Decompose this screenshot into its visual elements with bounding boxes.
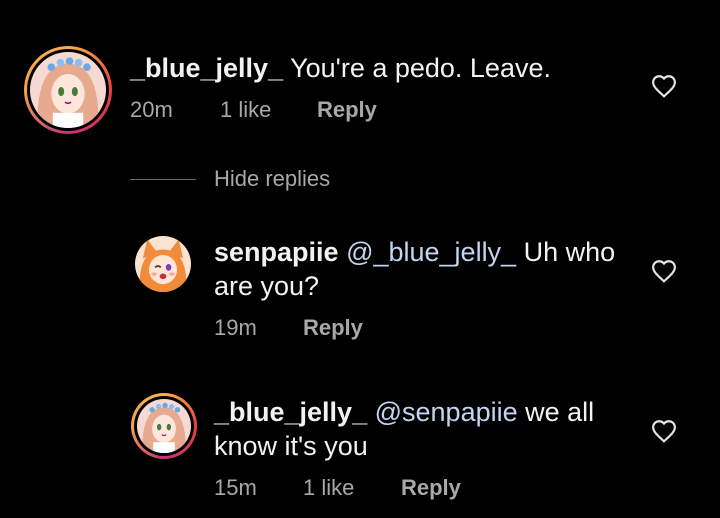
comment-likes[interactable]: 1 like <box>303 475 354 501</box>
comment-username[interactable]: _blue_jelly_ <box>214 397 367 427</box>
reply-button[interactable]: Reply <box>303 315 363 341</box>
heart-outline-icon <box>652 75 676 98</box>
reply-button[interactable]: Reply <box>401 475 461 501</box>
comment-username[interactable]: senpapiie <box>214 237 339 267</box>
like-button[interactable] <box>651 259 677 283</box>
comment-text: You're a pedo. Leave. <box>283 53 551 83</box>
avatar-blue-jelly[interactable] <box>24 46 112 134</box>
thread-divider <box>130 179 196 180</box>
like-button[interactable] <box>651 419 677 443</box>
reply-button[interactable]: Reply <box>317 97 377 123</box>
comment-likes[interactable]: 1 like <box>220 97 271 123</box>
heart-outline-icon <box>652 420 676 443</box>
comment-username[interactable]: _blue_jelly_ <box>130 53 283 83</box>
avatar-pink-anime-girl-icon <box>137 399 191 453</box>
hide-replies-button[interactable]: Hide replies <box>214 166 330 192</box>
avatar-pink-anime-girl-icon <box>30 52 106 128</box>
comment-mention[interactable]: @_blue_jelly_ <box>346 237 516 267</box>
like-button[interactable] <box>651 74 677 98</box>
comment-time: 15m <box>214 475 257 500</box>
avatar-senpapiie[interactable] <box>135 236 191 292</box>
heart-outline-icon <box>652 260 676 283</box>
comment-time: 19m <box>214 315 257 340</box>
avatar-blue-jelly[interactable] <box>131 393 197 459</box>
comment-time: 20m <box>130 97 173 122</box>
comment-mention[interactable]: @senpapiie <box>375 397 518 427</box>
avatar-orange-fox-girl-icon <box>135 236 191 292</box>
